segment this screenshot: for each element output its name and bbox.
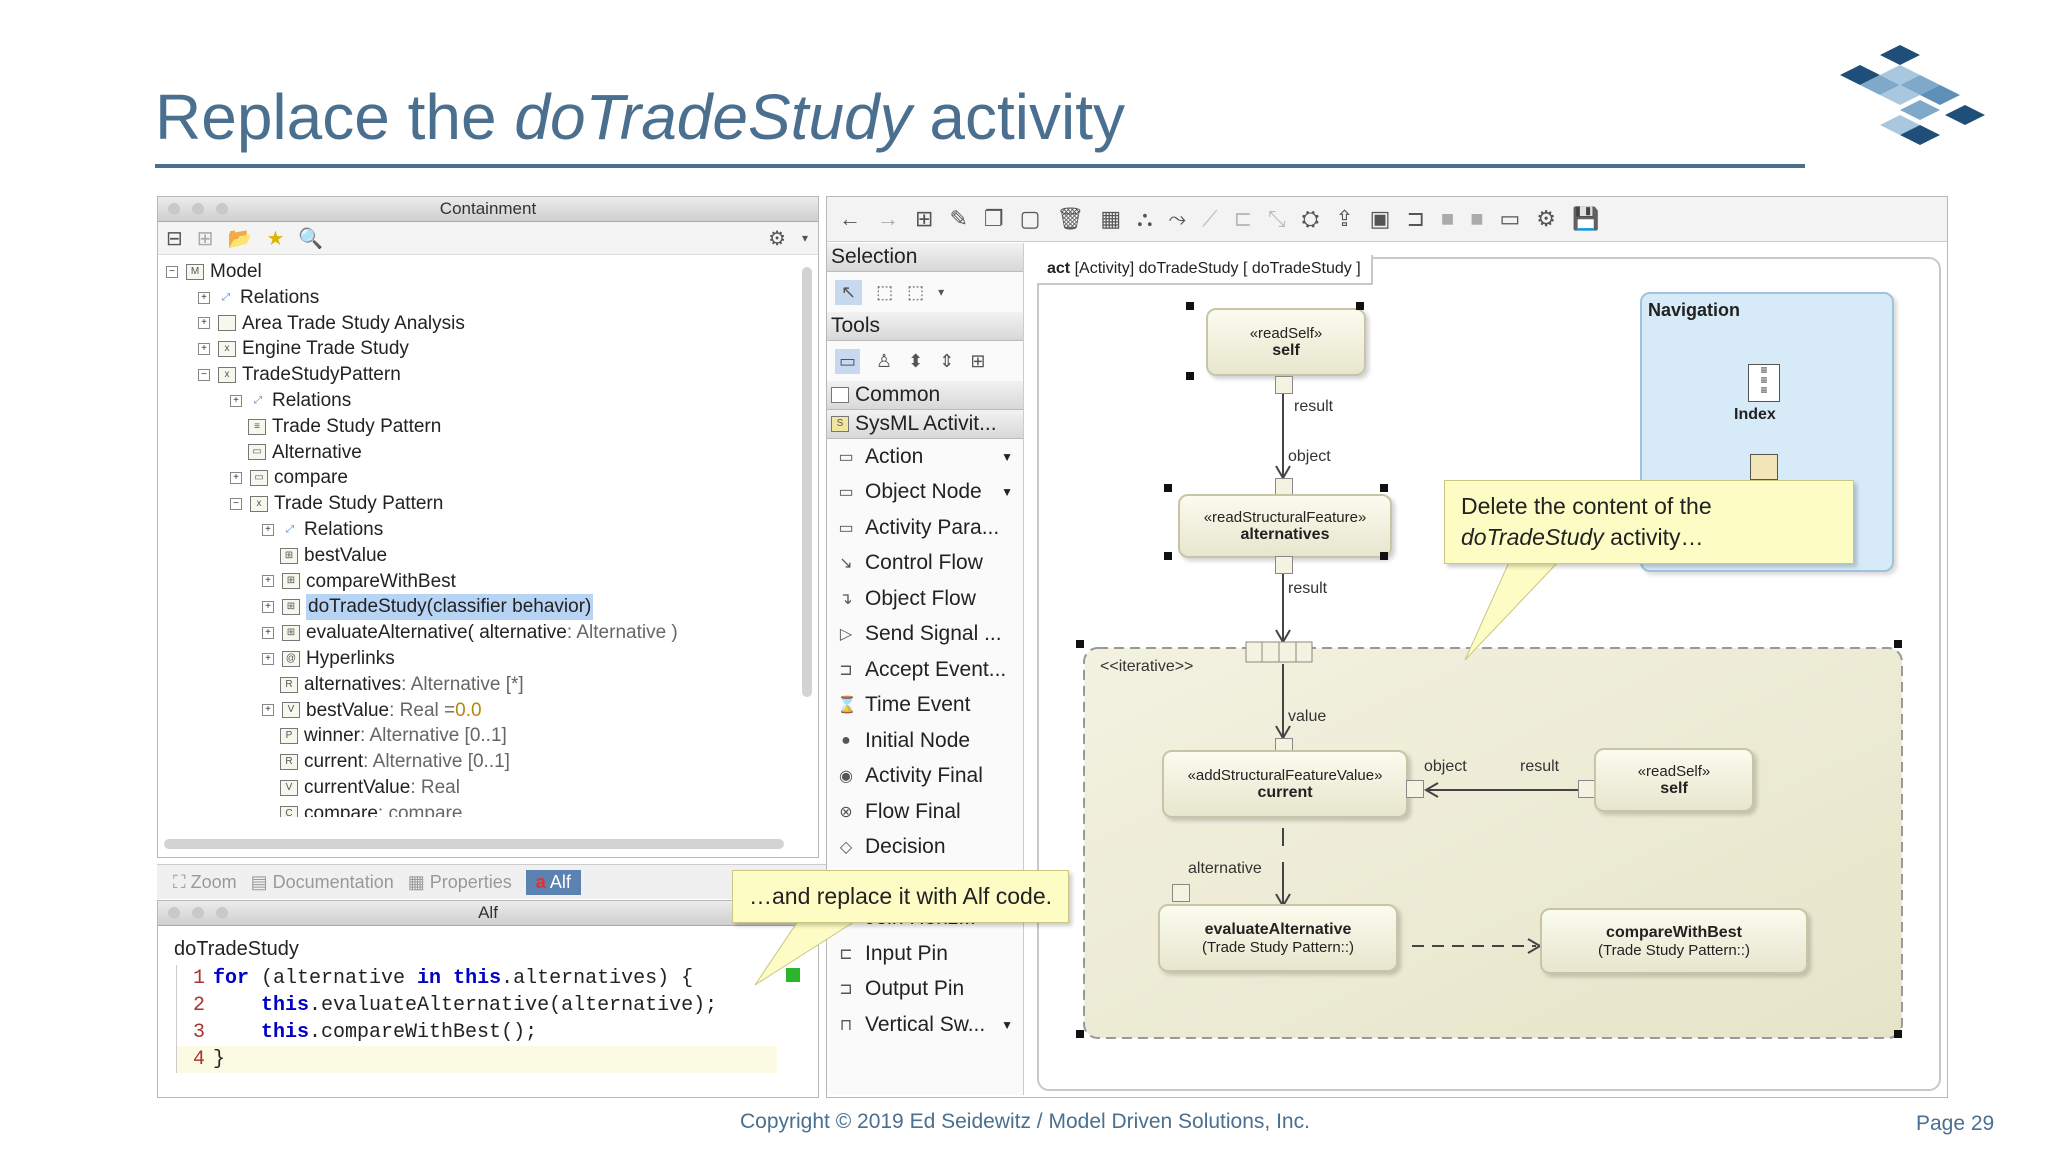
selection-handle[interactable]: [1380, 552, 1388, 560]
output-pin[interactable]: [1275, 376, 1293, 394]
navigation-title: Navigation: [1648, 300, 1741, 320]
pin-label-object: object: [1424, 758, 1467, 775]
index-label[interactable]: Index: [1734, 406, 1776, 424]
output-pin[interactable]: [1275, 556, 1293, 574]
readself-node-top[interactable]: «readSelf» self: [1206, 308, 1366, 376]
page-number: Page 29: [1916, 1112, 1995, 1135]
document-icon: ≡ ≡ ≡: [1748, 364, 1780, 402]
callout-delete: Delete the content of the doTradeStudy ac…: [1444, 480, 1854, 564]
pin-label-value: value: [1288, 708, 1327, 725]
comparewithbest-node[interactable]: compareWithBest (Trade Study Pattern::): [1540, 908, 1808, 974]
selection-handle[interactable]: [1380, 484, 1388, 492]
readstructuralfeature-node[interactable]: «readStructuralFeature» alternatives: [1178, 494, 1392, 558]
pin-label-alternative: alternative: [1188, 860, 1262, 877]
pin-label-object: object: [1288, 448, 1331, 465]
selection-handle[interactable]: [1164, 484, 1172, 492]
diagram-edges: [754, 394, 1903, 1039]
pin-label-result: result: [1288, 580, 1328, 597]
input-pin[interactable]: [1406, 780, 1424, 798]
selection-handle[interactable]: [1894, 1030, 1902, 1038]
pin-label-result: result: [1520, 758, 1560, 775]
evaluatealternative-node[interactable]: evaluateAlternative (Trade Study Pattern…: [1158, 904, 1398, 972]
selection-handle[interactable]: [1894, 640, 1902, 648]
copyright-footer: Copyright © 2019 Ed Seidewitz / Model Dr…: [740, 1110, 1310, 1133]
selection-handle[interactable]: [1186, 302, 1194, 310]
selection-handle[interactable]: [1076, 1030, 1084, 1038]
addstructuralfeaturevalue-node[interactable]: «addStructuralFeatureValue» current: [1162, 750, 1408, 818]
pin-label-result: result: [1294, 398, 1334, 415]
input-pin[interactable]: [1172, 884, 1190, 902]
selection-handle[interactable]: [1164, 552, 1172, 560]
selection-handle[interactable]: [1076, 640, 1084, 648]
selection-handle[interactable]: [1186, 372, 1194, 380]
callout-replace: …and replace it with Alf code.: [732, 870, 1069, 923]
selection-handle[interactable]: [1356, 302, 1364, 310]
hierarchy-diagram-icon: [1750, 454, 1778, 480]
iterative-region-label: <<iterative>>: [1100, 658, 1194, 675]
readself-node-bottom[interactable]: «readSelf» self: [1594, 748, 1754, 812]
